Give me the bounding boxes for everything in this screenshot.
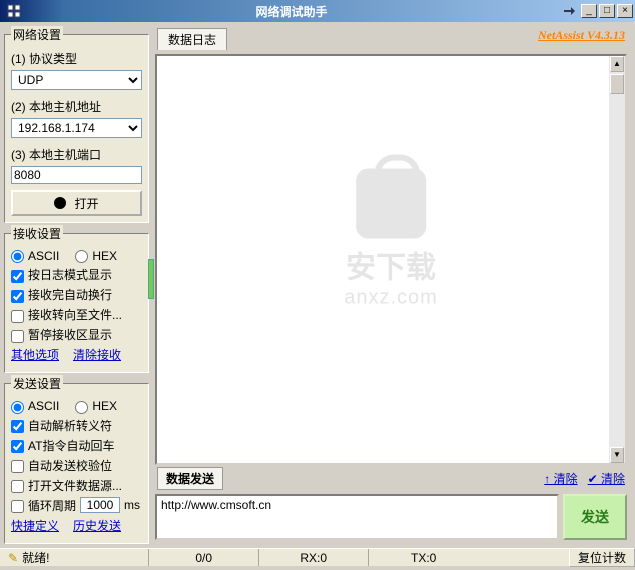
- send-settings-group: 发送设置 ASCII HEX 自动解析转义符 AT指令自动回车 自动发送校验位 …: [4, 375, 149, 543]
- scroll-down-icon[interactable]: ▼: [610, 447, 624, 463]
- recv-ascii-radio[interactable]: ASCII: [11, 249, 59, 263]
- protocol-select[interactable]: UDP: [11, 70, 142, 90]
- watermark: 安下载 anxz.com: [344, 169, 438, 310]
- send-button[interactable]: 发送: [563, 494, 627, 540]
- port-input[interactable]: [11, 166, 142, 184]
- clear-down-button[interactable]: ✔ 清除: [588, 470, 625, 487]
- data-send-tab[interactable]: 数据发送: [157, 467, 223, 490]
- send-legend: 发送设置: [11, 375, 63, 392]
- protocol-label: (1) 协议类型: [11, 50, 77, 67]
- recv-opt-pause[interactable]: 暂停接收区显示: [11, 326, 112, 343]
- recv-hex-radio[interactable]: HEX: [75, 249, 117, 263]
- ready-icon: ✎: [8, 551, 18, 565]
- network-settings-group: 网络设置 (1) 协议类型 UDP (2) 本地主机地址 192.168.1.1…: [4, 26, 149, 223]
- cycle-period-input[interactable]: [80, 497, 120, 513]
- host-select[interactable]: 192.168.1.174: [11, 118, 142, 138]
- log-scrollbar[interactable]: ▲ ▼: [609, 56, 625, 463]
- reset-counter-button[interactable]: 复位计数: [569, 548, 635, 567]
- status-counter: 0/0: [148, 549, 258, 566]
- cycle-unit: ms: [124, 498, 140, 512]
- status-indicator-icon: [54, 197, 66, 209]
- clear-up-button[interactable]: ↑ 清除: [544, 470, 577, 487]
- recv-opt-tofile[interactable]: 接收转向至文件...: [11, 306, 122, 323]
- brand-link[interactable]: NetAssist V4.3.13: [538, 28, 625, 43]
- recv-opt-autowrap[interactable]: 接收完自动换行: [11, 286, 112, 303]
- receive-settings-group: 接收设置 ASCII HEX 按日志模式显示 接收完自动换行 接收转向至文件..…: [4, 225, 149, 373]
- recv-legend: 接收设置: [11, 225, 63, 242]
- maximize-button[interactable]: □: [599, 4, 615, 18]
- recv-opt-logmode[interactable]: 按日志模式显示: [11, 266, 112, 283]
- send-opt-checksum[interactable]: 自动发送校验位: [11, 457, 112, 474]
- send-opt-escape[interactable]: 自动解析转义符: [11, 417, 112, 434]
- status-ready: 就绪!: [22, 549, 49, 566]
- open-button[interactable]: 打开: [11, 190, 142, 216]
- window-title: 网络调试助手: [26, 3, 557, 20]
- send-opt-cycle[interactable]: 循环周期: [11, 497, 76, 514]
- send-ascii-radio[interactable]: ASCII: [11, 399, 59, 413]
- status-rx: RX:0: [258, 549, 368, 566]
- send-opt-at[interactable]: AT指令自动回车: [11, 437, 114, 454]
- status-tx: TX:0: [368, 549, 478, 566]
- data-log-area[interactable]: 安下载 anxz.com ▲ ▼: [155, 54, 627, 465]
- open-button-label: 打开: [74, 195, 98, 212]
- send-history-link[interactable]: 历史发送: [73, 517, 121, 534]
- panel-collapse-handle[interactable]: [148, 259, 154, 299]
- status-bar: ✎ 就绪! 0/0 RX:0 TX:0 复位计数: [0, 548, 635, 566]
- recv-other-options-link[interactable]: 其他选项: [11, 346, 59, 363]
- network-legend: 网络设置: [11, 26, 63, 43]
- pin-icon[interactable]: [561, 3, 577, 19]
- port-label: (3) 本地主机端口: [11, 146, 101, 163]
- scroll-thumb[interactable]: [610, 74, 624, 94]
- send-shortcut-link[interactable]: 快捷定义: [11, 517, 59, 534]
- send-opt-filesrc[interactable]: 打开文件数据源...: [11, 477, 122, 494]
- data-log-tab[interactable]: 数据日志: [157, 28, 227, 50]
- send-textarea[interactable]: http://www.cmsoft.cn: [155, 494, 559, 540]
- close-button[interactable]: ×: [617, 4, 633, 18]
- system-menu-icon[interactable]: [6, 3, 22, 19]
- host-label: (2) 本地主机地址: [11, 98, 101, 115]
- scroll-up-icon[interactable]: ▲: [610, 56, 624, 72]
- send-hex-radio[interactable]: HEX: [75, 399, 117, 413]
- recv-clear-link[interactable]: 清除接收: [73, 346, 121, 363]
- minimize-button[interactable]: _: [581, 4, 597, 18]
